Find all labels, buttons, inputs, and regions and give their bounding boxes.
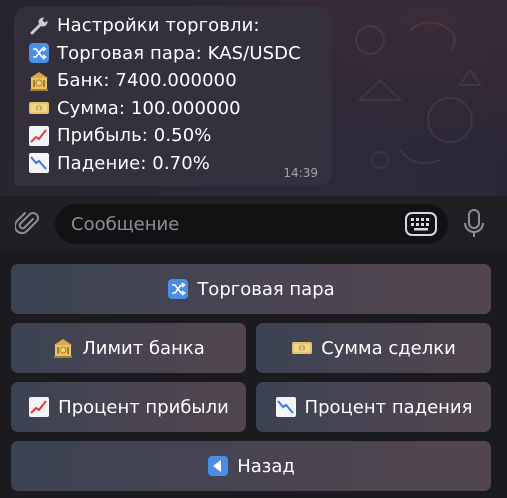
- chart-up-icon: [28, 125, 50, 147]
- bank-icon: [28, 70, 50, 92]
- back-button[interactable]: Назад: [11, 441, 491, 491]
- message-line-bank: Банк: 7400.000000: [28, 67, 320, 95]
- message-line-drop: Падение: 0.70%: [28, 150, 320, 178]
- message-bubble: Настройки торговли: Торговая пара: KAS/U…: [14, 6, 332, 186]
- back-label: Назад: [237, 455, 295, 477]
- message-line-pair: Торговая пара: KAS/USDC: [28, 40, 320, 68]
- svg-text:$: $: [37, 106, 41, 113]
- trade-amount-button[interactable]: $ Сумма сделки: [256, 323, 491, 373]
- message-bank: Банк: 7400.000000: [57, 70, 237, 92]
- money-icon: $: [28, 97, 50, 119]
- message-amount: Сумма: 100.000000: [57, 97, 241, 119]
- attach-button[interactable]: [12, 208, 44, 240]
- drop-percent-button[interactable]: Процент падения: [256, 382, 491, 432]
- message-trading-pair: Торговая пара: KAS/USDC: [57, 42, 301, 64]
- voice-record-button[interactable]: [458, 208, 490, 240]
- bot-keyboard: Торговая пара Лимит банка $ Сумма сделки…: [0, 252, 507, 498]
- bank-limit-button[interactable]: Лимит банка: [11, 323, 246, 373]
- svg-text:$: $: [300, 345, 304, 352]
- message-composer: [0, 196, 507, 252]
- chat-area: Настройки торговли: Торговая пара: KAS/U…: [0, 0, 507, 196]
- bank-limit-label: Лимит банка: [82, 337, 205, 359]
- shuffle-icon: [28, 42, 50, 64]
- profit-percent-label: Процент прибыли: [58, 396, 229, 418]
- drop-percent-label: Процент падения: [304, 396, 473, 418]
- microphone-icon: [464, 209, 484, 237]
- keyboard-toggle-button[interactable]: [404, 211, 438, 237]
- paperclip-icon: [15, 212, 39, 235]
- message-profit: Прибыль: 0.50%: [57, 125, 212, 147]
- profit-percent-button[interactable]: Процент прибыли: [11, 382, 246, 432]
- message-line-profit: Прибыль: 0.50%: [28, 122, 320, 150]
- message-line-title: Настройки торговли:: [28, 12, 320, 40]
- message-input[interactable]: [71, 213, 391, 235]
- back-arrow-icon: [207, 455, 229, 477]
- message-drop: Падение: 0.70%: [57, 152, 210, 174]
- chart-down-icon: [28, 152, 50, 174]
- chart-down-icon: [275, 396, 297, 418]
- message-title: Настройки торговли:: [57, 15, 260, 37]
- keyboard-icon: [405, 212, 437, 236]
- money-icon: $: [291, 337, 313, 359]
- wallpaper-doodle: [355, 21, 482, 169]
- message-line-amount: $ Сумма: 100.000000: [28, 95, 320, 123]
- message-input-box: [55, 204, 448, 244]
- trade-amount-label: Сумма сделки: [321, 337, 456, 359]
- trading-pair-button[interactable]: Торговая пара: [11, 264, 491, 314]
- message-time: 14:39: [283, 166, 318, 180]
- trading-pair-label: Торговая пара: [197, 278, 335, 300]
- wrench-icon: [28, 15, 50, 37]
- chart-up-icon: [28, 396, 50, 418]
- bank-icon: [52, 337, 74, 359]
- shuffle-icon: [167, 278, 189, 300]
